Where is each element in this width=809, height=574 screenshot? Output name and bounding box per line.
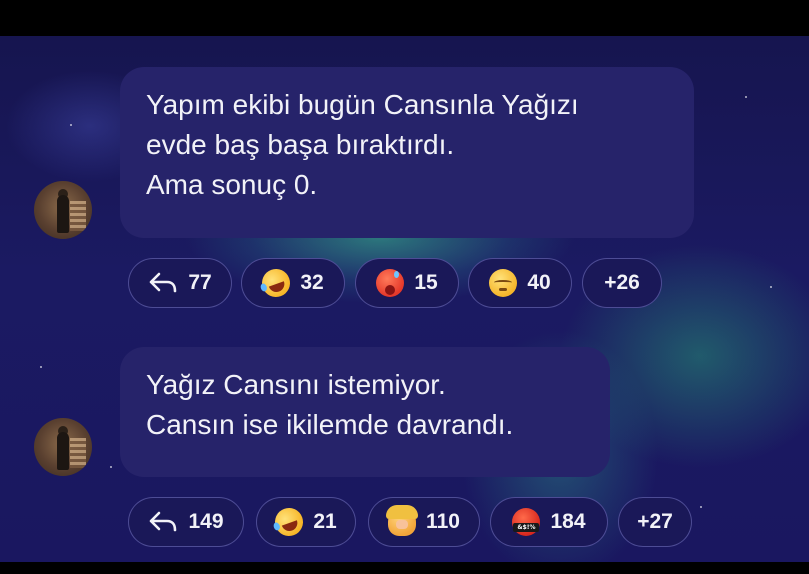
rolling-on-floor-laughing-icon bbox=[258, 265, 295, 301]
reaction-button[interactable]: 32 bbox=[241, 258, 345, 308]
reaction-count: 32 bbox=[300, 271, 324, 294]
hot-face-icon bbox=[376, 269, 405, 297]
reply-arrow-icon bbox=[150, 511, 177, 532]
reply-arrow-icon bbox=[150, 272, 177, 293]
more-reactions-count: +27 bbox=[637, 510, 673, 533]
message-bubble[interactable]: Yapım ekibi bugün Cansınla Yağızı evde b… bbox=[120, 67, 694, 238]
more-reactions-button[interactable]: +27 bbox=[618, 497, 692, 547]
face-palm-icon bbox=[386, 505, 419, 536]
reaction-count: 15 bbox=[414, 271, 438, 294]
face-with-symbols-on-mouth-icon bbox=[512, 508, 541, 536]
reaction-button[interactable]: 21 bbox=[256, 497, 356, 547]
reaction-count: 21 bbox=[313, 510, 337, 533]
reaction-button[interactable]: 40 bbox=[468, 258, 572, 308]
reaction-button[interactable]: 110 bbox=[368, 497, 480, 547]
reaction-count: 110 bbox=[426, 510, 460, 533]
avatar[interactable] bbox=[34, 418, 92, 476]
reply-count: 77 bbox=[188, 271, 212, 294]
reaction-button[interactable]: 184 bbox=[490, 497, 608, 547]
chat-background: Yapım ekibi bugün Cansınla Yağızı evde b… bbox=[0, 36, 809, 562]
avatar[interactable] bbox=[34, 181, 92, 239]
reaction-count: 40 bbox=[527, 271, 551, 294]
more-reactions-count: +26 bbox=[604, 271, 640, 294]
message-line: Yapım ekibi bugün Cansınla Yağızı bbox=[146, 89, 579, 120]
reply-count: 149 bbox=[188, 510, 224, 533]
reaction-button[interactable]: 15 bbox=[355, 258, 459, 308]
message-line: Yağız Cansını istemiyor. bbox=[146, 369, 446, 400]
reply-count-button[interactable]: 149 bbox=[128, 497, 244, 547]
rolling-on-floor-laughing-icon bbox=[271, 504, 308, 540]
message-line: Cansın ise ikilemde davrandı. bbox=[146, 409, 514, 440]
more-reactions-button[interactable]: +26 bbox=[582, 258, 662, 308]
pensive-face-icon bbox=[489, 269, 518, 297]
message-line: evde baş başa bıraktırdı. bbox=[146, 129, 455, 160]
bottom-bar bbox=[0, 562, 809, 574]
message-bubble[interactable]: Yağız Cansını istemiyor. Cansın ise ikil… bbox=[120, 347, 610, 477]
reply-count-button[interactable]: 77 bbox=[128, 258, 232, 308]
reaction-count: 184 bbox=[550, 510, 586, 533]
message-line: Ama sonuç 0. bbox=[146, 169, 318, 200]
